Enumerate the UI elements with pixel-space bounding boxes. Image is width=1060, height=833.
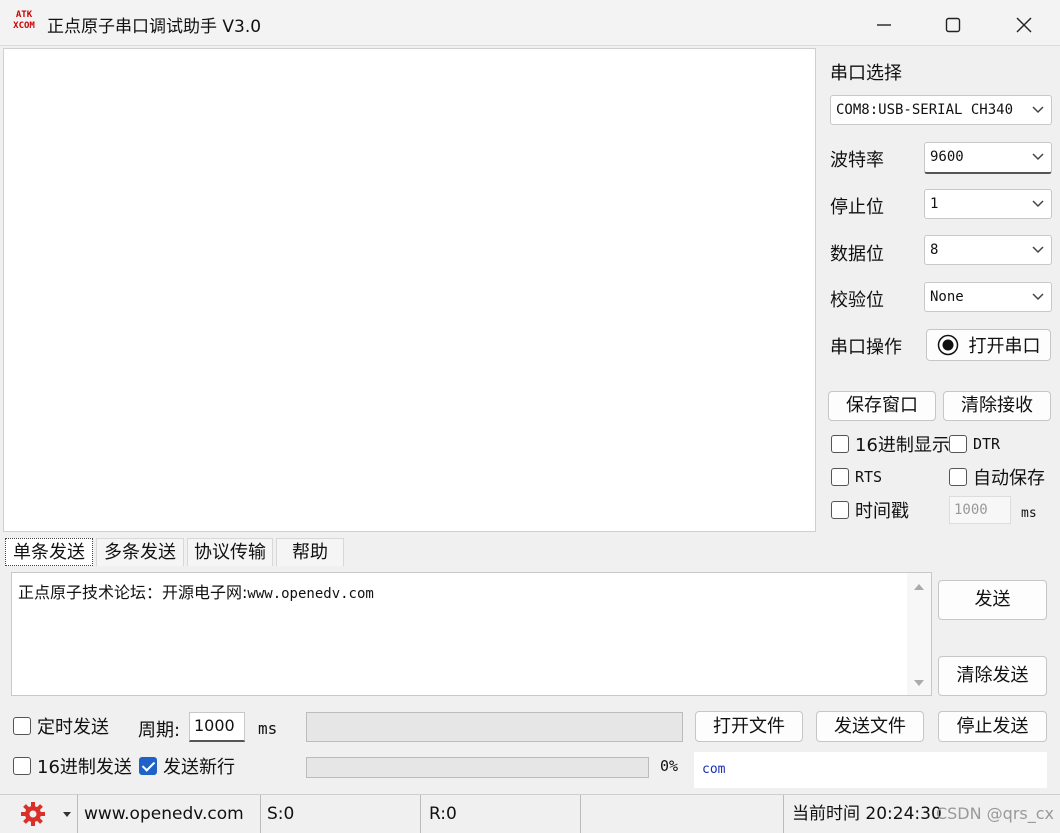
close-button[interactable]	[990, 0, 1058, 46]
parity-select[interactable]: None	[924, 282, 1052, 312]
tab-protocol[interactable]: 协议传输	[187, 538, 273, 566]
period-unit: ms	[258, 719, 278, 738]
checkbox-box	[13, 757, 31, 775]
scroll-up-icon	[914, 584, 924, 590]
auto-save-checkbox[interactable]: 自动保存	[949, 465, 1045, 489]
minimize-button[interactable]	[850, 0, 918, 46]
hex-display-label: 16进制显示	[855, 435, 950, 456]
data-bits-select[interactable]: 8	[924, 235, 1052, 265]
data-bits-label: 数据位	[830, 244, 884, 265]
send-newline-label: 发送新行	[163, 757, 235, 778]
port-op-label: 串口操作	[830, 337, 902, 358]
send-content: 正点原子技术论坛：开源电子网:www.openedv.com	[18, 579, 374, 603]
send-text-url: www.openedv.com	[247, 586, 374, 602]
timed-send-label: 定时发送	[37, 717, 109, 738]
tab-help[interactable]: 帮助	[276, 538, 344, 566]
sent-count: S:0	[261, 795, 421, 833]
tab-multi-send[interactable]: 多条发送	[96, 538, 184, 566]
stop-bits-select[interactable]: 1	[924, 189, 1052, 219]
rts-checkbox[interactable]: RTS	[831, 465, 882, 489]
send-newline-checkbox[interactable]: 发送新行	[139, 754, 235, 778]
caret-down-icon	[63, 812, 72, 817]
chevron-down-icon	[1032, 153, 1044, 161]
checkbox-box	[949, 435, 967, 453]
title-bar: ATK XCOM 正点原子串口调试助手 V3.0	[0, 0, 1060, 46]
checkbox-checked	[139, 757, 157, 775]
hex-display-checkbox[interactable]: 16进制显示	[831, 432, 950, 456]
checkbox-box	[831, 501, 849, 519]
dtr-label: DTR	[973, 435, 1001, 453]
send-file-button[interactable]: 发送文件	[816, 711, 924, 742]
period-label: 周期:	[138, 720, 181, 741]
baud-select-value: 9600	[930, 149, 964, 165]
settings-menu[interactable]	[0, 795, 78, 833]
timed-send-checkbox[interactable]: 定时发送	[13, 714, 109, 738]
file-path-field	[306, 712, 683, 742]
open-file-button[interactable]: 打开文件	[695, 711, 803, 742]
stop-send-button[interactable]: 停止发送	[938, 711, 1047, 742]
scroll-down-icon	[914, 680, 924, 686]
hex-send-label: 16进制发送	[37, 757, 132, 778]
timestamp-label: 时间戳	[855, 501, 909, 522]
gear-icon	[21, 802, 45, 826]
watermark: CSDN @qrs_cx	[935, 804, 1054, 823]
chevron-down-icon	[1030, 96, 1046, 124]
chevron-down-icon	[1032, 293, 1044, 301]
tab-single-send[interactable]: 单条发送	[5, 538, 93, 566]
com-indicator: com	[694, 752, 1047, 788]
send-scrollbar[interactable]	[907, 573, 931, 695]
stop-bits-value: 1	[930, 196, 939, 212]
port-select-value: COM8:USB-SERIAL CH340	[836, 102, 1014, 118]
received-count: R:0	[421, 795, 581, 833]
checkbox-box	[949, 468, 967, 486]
period-input[interactable]: 1000	[189, 712, 245, 742]
timestamp-unit: ms	[1021, 506, 1037, 521]
hex-send-checkbox[interactable]: 16进制发送	[13, 754, 132, 778]
open-port-button[interactable]: 打开串口	[926, 329, 1051, 361]
save-window-button[interactable]: 保存窗口	[828, 391, 936, 421]
checkbox-box	[831, 468, 849, 486]
parity-label: 校验位	[830, 290, 884, 311]
baud-label: 波特率	[830, 150, 884, 171]
maximize-icon	[945, 17, 961, 32]
clear-send-button[interactable]: 清除发送	[938, 656, 1047, 696]
minimize-icon	[877, 23, 891, 26]
radio-dot-icon	[937, 334, 958, 356]
auto-save-label: 自动保存	[973, 468, 1045, 489]
data-bits-value: 8	[930, 242, 939, 258]
stop-bits-label: 停止位	[830, 197, 884, 218]
port-select[interactable]: COM8:USB-SERIAL CH340	[830, 95, 1052, 125]
window-title: 正点原子串口调试助手 V3.0	[47, 17, 262, 37]
send-button[interactable]: 发送	[938, 580, 1047, 620]
chevron-down-icon	[1032, 246, 1044, 254]
app-logo: ATK XCOM	[13, 10, 35, 31]
rts-label: RTS	[855, 468, 883, 486]
receive-text-area[interactable]	[3, 48, 816, 532]
progress-percent: 0%	[660, 757, 679, 775]
current-time: 当前时间 20:24:30	[792, 804, 942, 824]
baud-select[interactable]: 9600	[924, 142, 1052, 174]
open-port-label: 打开串口	[968, 336, 1041, 357]
checkbox-box	[831, 435, 849, 453]
website-link[interactable]: www.openedv.com	[78, 795, 261, 833]
status-bar: www.openedv.com S:0 R:0 当前时间 20:24:30 CS…	[0, 794, 1060, 833]
checkbox-box	[13, 717, 31, 735]
timestamp-checkbox[interactable]: 时间戳	[831, 498, 909, 522]
maximize-button[interactable]	[919, 0, 987, 46]
parity-value: None	[930, 289, 964, 305]
port-section-label: 串口选择	[830, 63, 902, 84]
timestamp-input[interactable]: 1000	[949, 496, 1011, 524]
send-text-area[interactable]: 正点原子技术论坛：开源电子网:www.openedv.com	[11, 572, 932, 696]
close-icon	[1016, 17, 1032, 32]
send-text-prefix: 正点原子技术论坛：开源电子网:	[18, 583, 248, 602]
clear-receive-button[interactable]: 清除接收	[943, 391, 1051, 421]
send-progress-bar	[306, 757, 649, 778]
status-spacer	[581, 795, 784, 833]
dtr-checkbox[interactable]: DTR	[949, 432, 1000, 456]
chevron-down-icon	[1032, 200, 1044, 208]
